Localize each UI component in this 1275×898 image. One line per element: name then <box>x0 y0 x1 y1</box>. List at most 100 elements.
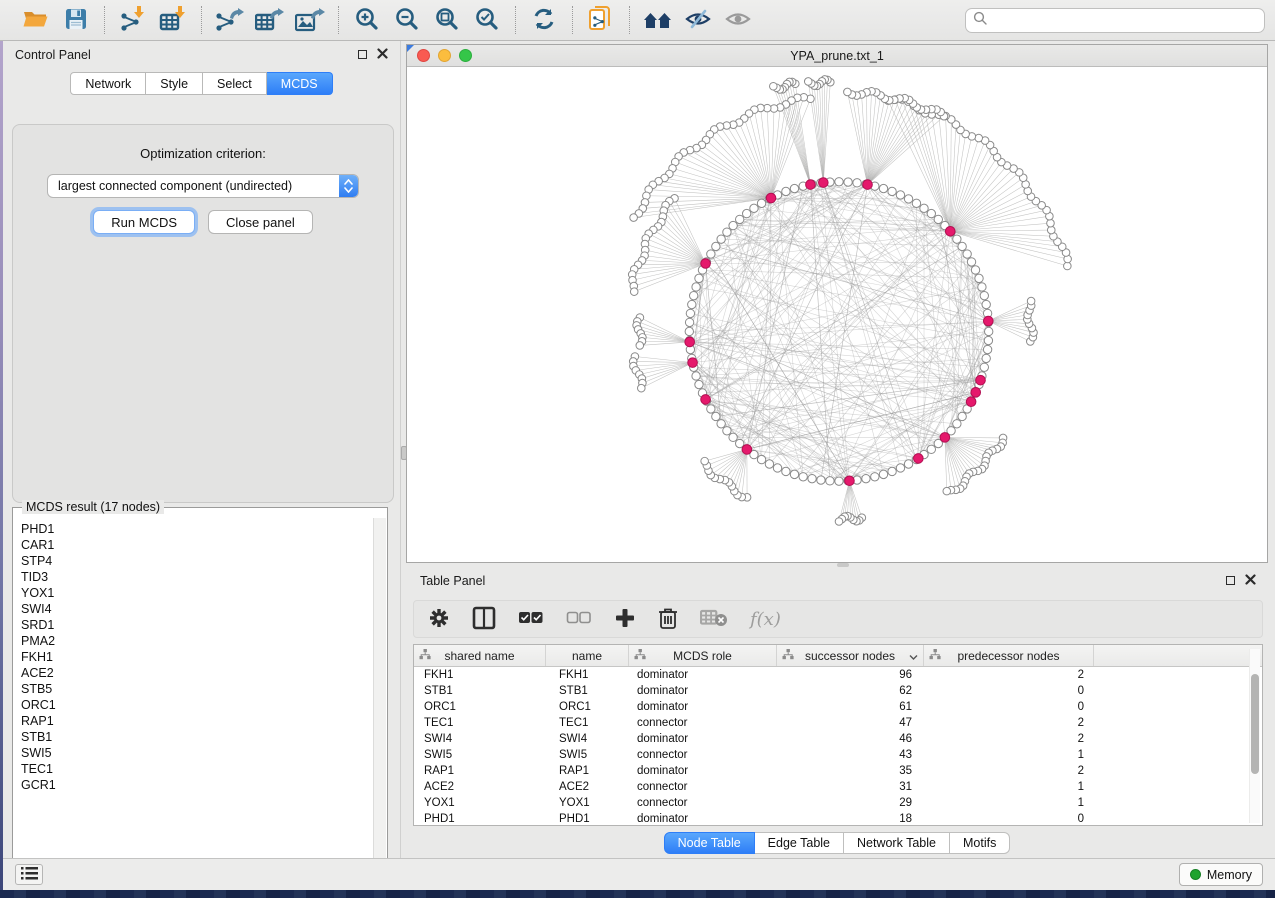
add-button[interactable] <box>614 607 636 632</box>
run-mcds-button[interactable]: Run MCDS <box>93 210 195 234</box>
zoom-selected-button[interactable] <box>469 4 505 36</box>
table-scrollbar[interactable] <box>1249 649 1260 823</box>
mcds-result-item[interactable]: ACE2 <box>21 665 373 681</box>
float-table-panel-icon[interactable] <box>1226 576 1235 585</box>
task-history-button[interactable] <box>15 864 43 885</box>
tab-select[interactable]: Select <box>203 72 267 95</box>
mcds-result-item[interactable]: SWI4 <box>21 601 373 617</box>
table-panel-title: Table Panel <box>420 574 485 588</box>
tab-node-table[interactable]: Node Table <box>664 832 755 854</box>
mcds-result-item[interactable]: RAP1 <box>21 713 373 729</box>
network-canvas[interactable] <box>407 67 1267 562</box>
mcds-result-item[interactable]: SWI5 <box>21 745 373 761</box>
table-row[interactable]: STB1STB1dominator620 <box>414 683 1262 699</box>
zoom-out-button[interactable] <box>389 4 425 36</box>
close-panel-button[interactable]: Close panel <box>208 210 313 234</box>
optimization-criterion-select[interactable]: largest connected component (undirected) <box>47 174 359 198</box>
mcds-result-item[interactable]: STB1 <box>21 729 373 745</box>
tab-mcds[interactable]: MCDS <box>267 72 333 95</box>
column-header-successor-nodes[interactable]: successor nodes <box>777 645 924 666</box>
network-title: YPA_prune.txt_1 <box>407 49 1267 63</box>
cell-name: SWI4 <box>546 731 629 747</box>
column-header-shared-name[interactable]: shared name <box>414 645 546 666</box>
cell-shared-name: FKH1 <box>414 667 546 683</box>
cell-predecessor-nodes: 0 <box>924 811 1094 826</box>
import-network-button[interactable] <box>115 4 151 36</box>
cell-MCDS-role: connector <box>629 715 777 731</box>
tab-network[interactable]: Network <box>70 72 146 95</box>
mcds-result-item[interactable]: STB5 <box>21 681 373 697</box>
column-header-predecessor-nodes[interactable]: predecessor nodes <box>924 645 1094 666</box>
shared-column-icon <box>419 649 431 663</box>
table-row[interactable]: TEC1TEC1connector472 <box>414 715 1262 731</box>
show-columns-button[interactable] <box>472 606 496 633</box>
column-header-MCDS-role[interactable]: MCDS role <box>629 645 777 666</box>
cell-successor-nodes: 62 <box>777 683 924 699</box>
first-neighbors-button[interactable] <box>640 4 676 36</box>
table-row[interactable]: RAP1RAP1dominator352 <box>414 763 1262 779</box>
mcds-result-item[interactable]: PMA2 <box>21 633 373 649</box>
select-all-button[interactable] <box>518 610 544 629</box>
close-table-panel-icon[interactable] <box>1245 574 1256 588</box>
node-table: shared namenameMCDS rolesuccessor nodesp… <box>413 644 1263 826</box>
save-session-button[interactable] <box>58 4 94 36</box>
float-panel-icon[interactable] <box>358 50 367 59</box>
table-row[interactable]: FKH1FKH1dominator962 <box>414 667 1262 683</box>
mcds-result-item[interactable]: SRD1 <box>21 617 373 633</box>
apply-layout-icon <box>531 7 557 34</box>
mcds-result-item[interactable]: TID3 <box>21 569 373 585</box>
mcds-result-item[interactable]: YOX1 <box>21 585 373 601</box>
zoom-out-icon <box>394 6 420 35</box>
mcds-result-item[interactable]: GCR1 <box>21 777 373 793</box>
table-scrollbar-thumb[interactable] <box>1251 674 1259 774</box>
mcds-result-list[interactable]: PHD1CAR1STP4TID3YOX1SWI4SRD1PMA2FKH1ACE2… <box>14 518 373 877</box>
apply-layout-button[interactable] <box>526 4 562 36</box>
close-panel-icon[interactable] <box>377 48 388 62</box>
hide-selected-button[interactable] <box>680 4 716 36</box>
mcds-result-item[interactable]: TEC1 <box>21 761 373 777</box>
tab-edge-table[interactable]: Edge Table <box>755 832 844 854</box>
import-table-button[interactable] <box>155 4 191 36</box>
mcds-result-box: MCDS result (17 nodes) PHD1CAR1STP4TID3Y… <box>12 507 388 879</box>
mcds-result-scrollbar[interactable] <box>373 518 386 877</box>
export-table-button[interactable] <box>252 4 288 36</box>
table-row[interactable]: YOX1YOX1connector291 <box>414 795 1262 811</box>
table-row[interactable]: ORC1ORC1dominator610 <box>414 699 1262 715</box>
search-box[interactable] <box>965 8 1265 33</box>
cell-shared-name: SWI5 <box>414 747 546 763</box>
mcds-result-item[interactable]: CAR1 <box>21 537 373 553</box>
mcds-result-item[interactable]: PHD1 <box>21 521 373 537</box>
show-all-button[interactable] <box>720 4 756 36</box>
table-row[interactable]: ACE2ACE2connector311 <box>414 779 1262 795</box>
export-network-button[interactable] <box>212 4 248 36</box>
network-graph[interactable] <box>407 67 1267 562</box>
delete-button[interactable] <box>658 606 678 633</box>
network-titlebar[interactable]: YPA_prune.txt_1 <box>407 45 1267 67</box>
table-row[interactable]: SWI4SWI4dominator462 <box>414 731 1262 747</box>
mcds-result-item[interactable]: ORC1 <box>21 697 373 713</box>
zoom-fit-button[interactable] <box>429 4 465 36</box>
table-row[interactable]: PHD1PHD1dominator180 <box>414 811 1262 826</box>
zoom-in-button[interactable] <box>349 4 385 36</box>
gear-button[interactable] <box>428 607 450 632</box>
cell-MCDS-role: dominator <box>629 699 777 715</box>
cell-predecessor-nodes: 0 <box>924 699 1094 715</box>
cell-name: STB1 <box>546 683 629 699</box>
export-image-button[interactable] <box>292 4 328 36</box>
search-input[interactable] <box>993 13 1257 27</box>
column-header-name[interactable]: name <box>546 645 629 666</box>
cell-name: RAP1 <box>546 763 629 779</box>
cell-successor-nodes: 47 <box>777 715 924 731</box>
mcds-result-item[interactable]: FKH1 <box>21 649 373 665</box>
tab-motifs[interactable]: Motifs <box>950 832 1010 854</box>
memory-button[interactable]: Memory <box>1179 863 1263 886</box>
deselect-all-button[interactable] <box>566 610 592 629</box>
clone-network-button[interactable] <box>583 4 619 36</box>
mcds-result-item[interactable]: STP4 <box>21 553 373 569</box>
tab-style[interactable]: Style <box>146 72 203 95</box>
open-session-button[interactable] <box>18 4 54 36</box>
cell-shared-name: ACE2 <box>414 779 546 795</box>
table-row[interactable]: SWI5SWI5connector431 <box>414 747 1262 763</box>
export-image-icon <box>295 6 325 35</box>
tab-network-table[interactable]: Network Table <box>844 832 950 854</box>
